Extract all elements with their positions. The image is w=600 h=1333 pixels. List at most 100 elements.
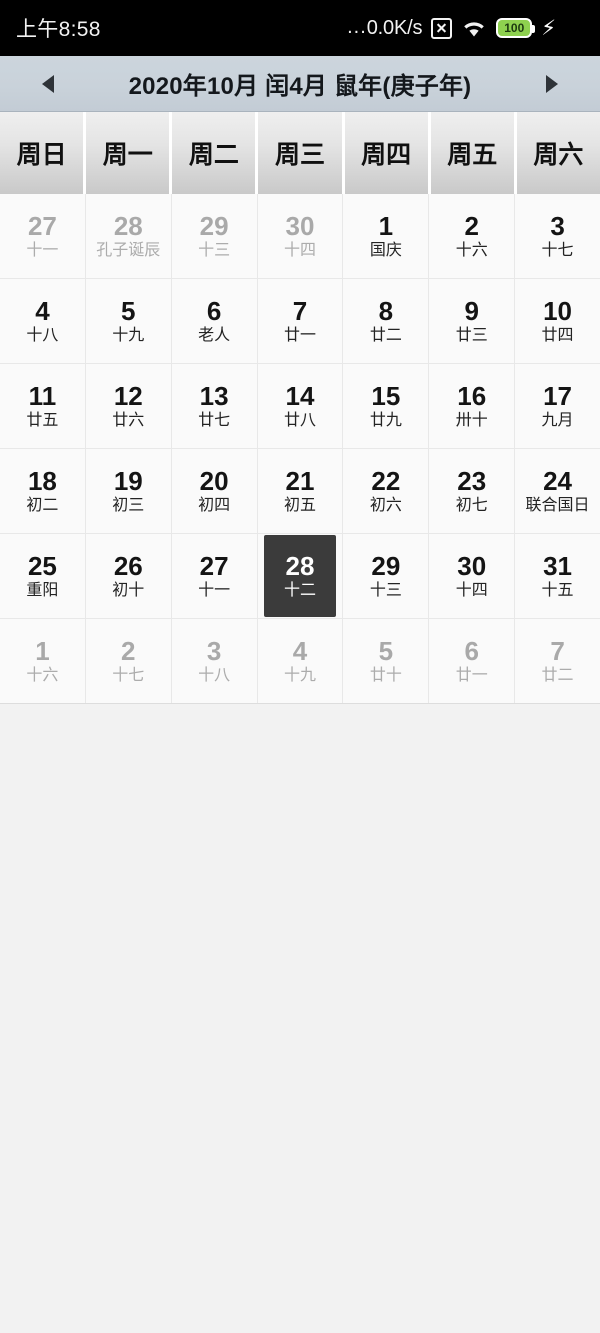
day-cell[interactable]: 31 十五 [515,534,600,618]
day-inner: 1 十六 [0,619,85,703]
day-number: 13 [199,380,229,411]
day-number: 11 [28,380,57,411]
day-cell[interactable]: 30 十四 [257,194,343,278]
month-header: 2020年10月 闰4月 鼠年(庚子年) [0,56,600,112]
weekday-cell-5: 周五 [430,112,514,194]
day-cell[interactable]: 4 十九 [257,619,343,703]
day-inner: 21 初五 [258,449,343,533]
day-number: 31 [543,550,573,581]
day-cell[interactable]: 22 初六 [343,449,429,533]
weekday-cell-0: 周日 [0,112,84,194]
day-cell[interactable]: 18 初二 [0,449,85,533]
day-cell[interactable]: 10 廿四 [515,279,600,363]
day-cell[interactable]: 4 十八 [0,279,85,363]
day-lunar-label: 十六 [26,666,59,684]
next-month-button[interactable] [530,62,574,106]
day-cell[interactable]: 29 十三 [343,534,429,618]
day-cell[interactable]: 5 廿十 [343,619,429,703]
day-inner: 12 廿六 [86,364,171,448]
day-lunar-label: 十六 [455,241,488,259]
day-cell[interactable]: 24 联合国日 [515,449,600,533]
day-inner: 14 廿八 [258,364,343,448]
day-cell[interactable]: 2 十七 [85,619,171,703]
prev-month-button[interactable] [26,62,70,106]
day-cell[interactable]: 9 廿三 [429,279,515,363]
day-inner: 23 初七 [429,449,514,533]
day-cell[interactable]: 8 廿二 [343,279,429,363]
day-cell[interactable]: 3 十八 [171,619,257,703]
day-cell[interactable]: 1 十六 [0,619,85,703]
day-inner: 20 初四 [172,449,257,533]
day-cell[interactable]: 17 九月 [515,364,600,448]
day-cell[interactable]: 29 十三 [171,194,257,278]
network-dots: ... [347,15,367,38]
day-inner: 5 十九 [86,279,171,363]
day-cell[interactable]: 20 初四 [171,449,257,533]
day-inner: 18 初二 [0,449,85,533]
day-inner: 29 十三 [343,534,428,618]
day-lunar-label: 廿二 [369,326,402,344]
day-cell[interactable]: 19 初三 [85,449,171,533]
day-number: 2 [121,635,136,666]
day-number: 19 [113,465,143,496]
day-lunar-label: 十七 [112,666,145,684]
day-cell[interactable]: 26 初十 [85,534,171,618]
day-lunar-label: 廿十 [369,666,402,684]
day-lunar-label: 十四 [455,581,488,599]
day-cell[interactable]: 2 十六 [429,194,515,278]
day-number: 18 [27,465,57,496]
day-lunar-label: 九月 [541,411,574,429]
day-lunar-label: 初十 [112,581,145,599]
day-lunar-label: 初四 [198,496,231,514]
day-inner: 1 国庆 [343,194,428,278]
day-number: 10 [543,295,573,326]
calendar-grid: 27 十一 28 孔子诞辰 29 十三 30 十四 1 国庆 2 十六 3 十七 4 十八 5 十九 6 老人 7 廿一 8… [0,194,600,704]
day-number: 30 [457,550,487,581]
day-number: 29 [371,550,401,581]
day-number: 15 [371,380,401,411]
day-cell[interactable]: 15 廿九 [343,364,429,448]
day-cell[interactable]: 7 廿一 [257,279,343,363]
day-cell[interactable]: 13 廿七 [171,364,257,448]
day-lunar-label: 十一 [198,581,231,599]
day-number: 14 [285,380,315,411]
day-cell[interactable]: 30 十四 [429,534,515,618]
day-cell[interactable]: 28 孔子诞辰 [85,194,171,278]
day-number: 27 [199,550,229,581]
day-cell[interactable]: 27 十一 [171,534,257,618]
day-lunar-label: 廿四 [541,326,574,344]
day-cell[interactable]: 25 重阳 [0,534,85,618]
day-lunar-label: 十一 [26,241,59,259]
day-lunar-label: 廿二 [541,666,574,684]
day-lunar-label: 十四 [283,241,316,259]
day-cell-selected[interactable]: 28 十二 [257,534,343,618]
day-cell[interactable]: 12 廿六 [85,364,171,448]
day-cell[interactable]: 1 国庆 [343,194,429,278]
day-cell[interactable]: 21 初五 [257,449,343,533]
month-title: 2020年10月 闰4月 鼠年(庚子年) [128,73,472,100]
day-number: 17 [543,380,573,411]
day-cell[interactable]: 3 十七 [515,194,600,278]
day-cell[interactable]: 23 初七 [429,449,515,533]
day-number: 20 [199,465,229,496]
day-cell[interactable]: 11 廿五 [0,364,85,448]
status-clock: 上午8:58 [16,18,101,41]
weekday-cell-6: 周六 [516,112,600,194]
day-lunar-label: 廿七 [198,411,231,429]
day-inner: 3 十七 [515,194,600,278]
day-cell[interactable]: 16 卅十 [429,364,515,448]
day-cell[interactable]: 7 廿二 [515,619,600,703]
weekday-cell-2: 周二 [172,112,256,194]
day-number: 29 [199,210,229,241]
day-cell[interactable]: 6 老人 [171,279,257,363]
day-inner: 7 廿二 [515,619,600,703]
day-cell[interactable]: 5 十九 [85,279,171,363]
day-inner: 19 初三 [86,449,171,533]
day-cell[interactable]: 27 十一 [0,194,85,278]
day-cell[interactable]: 14 廿八 [257,364,343,448]
day-lunar-label: 廿六 [112,411,145,429]
day-cell[interactable]: 6 廿一 [429,619,515,703]
day-lunar-label: 十二 [283,581,316,599]
day-lunar-label: 重阳 [26,581,59,599]
day-inner: 4 十八 [0,279,85,363]
